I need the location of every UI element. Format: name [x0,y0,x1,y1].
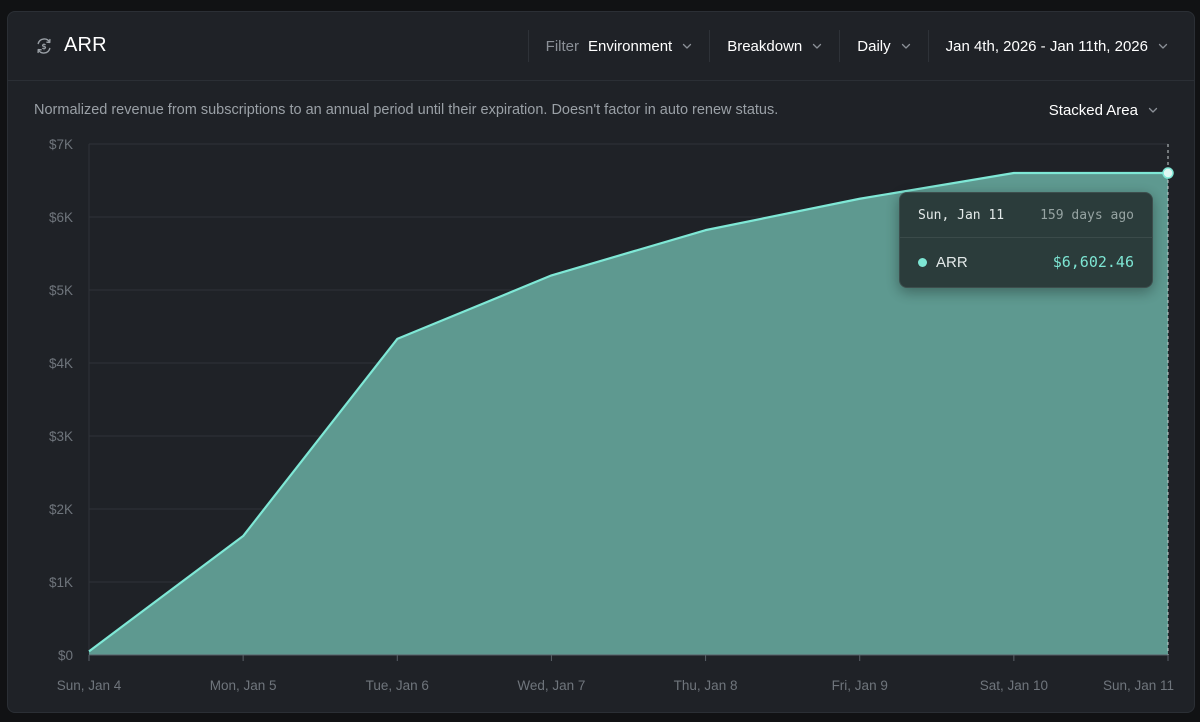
y-tick-label: $6K [49,210,73,225]
y-tick-label: $7K [49,137,73,152]
y-tick-label: $1K [49,575,73,590]
x-tick-label: Wed, Jan 7 [517,678,585,693]
tooltip-series: ARR [918,254,968,271]
x-tick-label: Tue, Jan 6 [366,678,429,693]
tooltip-date: Sun, Jan 11 [918,207,1005,223]
y-tick-label: $2K [49,502,73,517]
x-tick-label: Mon, Jan 5 [210,678,277,693]
tooltip-value: $6,602.46 [1052,253,1134,271]
series-dot-icon [918,257,927,267]
tooltip-ago: 159 days ago [1040,207,1134,223]
x-tick-label: Sat, Jan 10 [980,678,1048,693]
x-tick-label: Thu, Jan 8 [674,678,738,693]
hover-point [1162,167,1174,179]
tooltip-row: ARR $6,602.46 [900,238,1152,286]
arr-area-chart[interactable]: $0 $1K $2K $3K $4K $5K $6K $7K Sun, Jan 4 Mon, Ja… [0,0,1200,722]
y-tick-label: $0 [58,648,73,663]
tooltip-header: Sun, Jan 11 159 days ago [900,193,1152,238]
x-tick-label: Sun, Jan 11 [1103,678,1174,693]
y-tick-label: $3K [49,429,73,444]
tooltip-series-name: ARR [936,253,968,271]
x-tick-label: Fri, Jan 9 [832,678,888,693]
y-tick-label: $5K [49,283,73,298]
y-tick-label: $4K [49,356,73,371]
x-tick-label: Sun, Jan 4 [57,678,122,693]
chart-tooltip: Sun, Jan 11 159 days ago ARR $6,602.46 [899,192,1153,288]
